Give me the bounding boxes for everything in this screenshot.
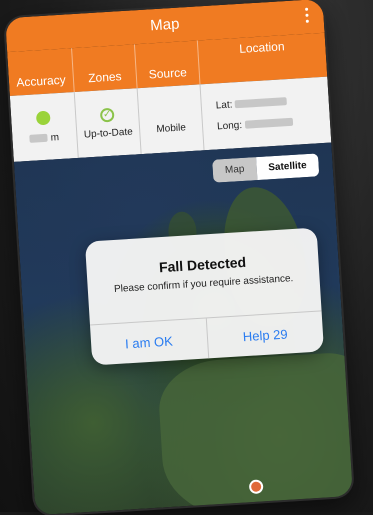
- accuracy-unit: m: [50, 131, 60, 144]
- check-circle-icon: ✓: [99, 107, 115, 123]
- header-zones: Zones: [72, 44, 138, 93]
- zones-status: Up-to-Date: [83, 126, 134, 141]
- accuracy-dot-icon: [35, 110, 51, 125]
- latitude: Lat:: [216, 96, 288, 111]
- app-title: Map: [149, 15, 180, 35]
- redacted-lat: [235, 97, 288, 109]
- accuracy-value: m: [29, 131, 60, 145]
- longitude: Long:: [216, 117, 294, 133]
- source-value: Mobile: [156, 121, 187, 135]
- i-am-ok-button[interactable]: I am OK: [90, 318, 209, 366]
- redacted-long: [244, 118, 294, 130]
- map-toggle-map[interactable]: Map: [212, 157, 258, 183]
- lat-label: Lat:: [215, 99, 233, 112]
- zones-cell: ✓ Up-to-Date: [74, 88, 142, 158]
- fall-detected-dialog: Fall Detected Please confirm if you requ…: [84, 227, 325, 366]
- help-button[interactable]: Help 29: [206, 311, 324, 358]
- long-label: Long:: [216, 119, 243, 133]
- menu-dots-icon[interactable]: [305, 7, 310, 26]
- redacted-accuracy: [29, 133, 49, 143]
- phone-screen: Map Accuracy Zones Source Location m ✓ U…: [5, 0, 353, 515]
- map-toggle-satellite[interactable]: Satellite: [255, 153, 320, 181]
- accuracy-cell: m: [9, 92, 79, 162]
- header-location: Location: [238, 39, 285, 56]
- location-cell: Lat: Long:: [201, 77, 332, 151]
- map-type-toggle: Map Satellite: [212, 153, 320, 183]
- header-source: Source: [134, 40, 201, 89]
- header-accuracy: Accuracy: [7, 48, 75, 97]
- source-cell: Mobile: [137, 84, 205, 155]
